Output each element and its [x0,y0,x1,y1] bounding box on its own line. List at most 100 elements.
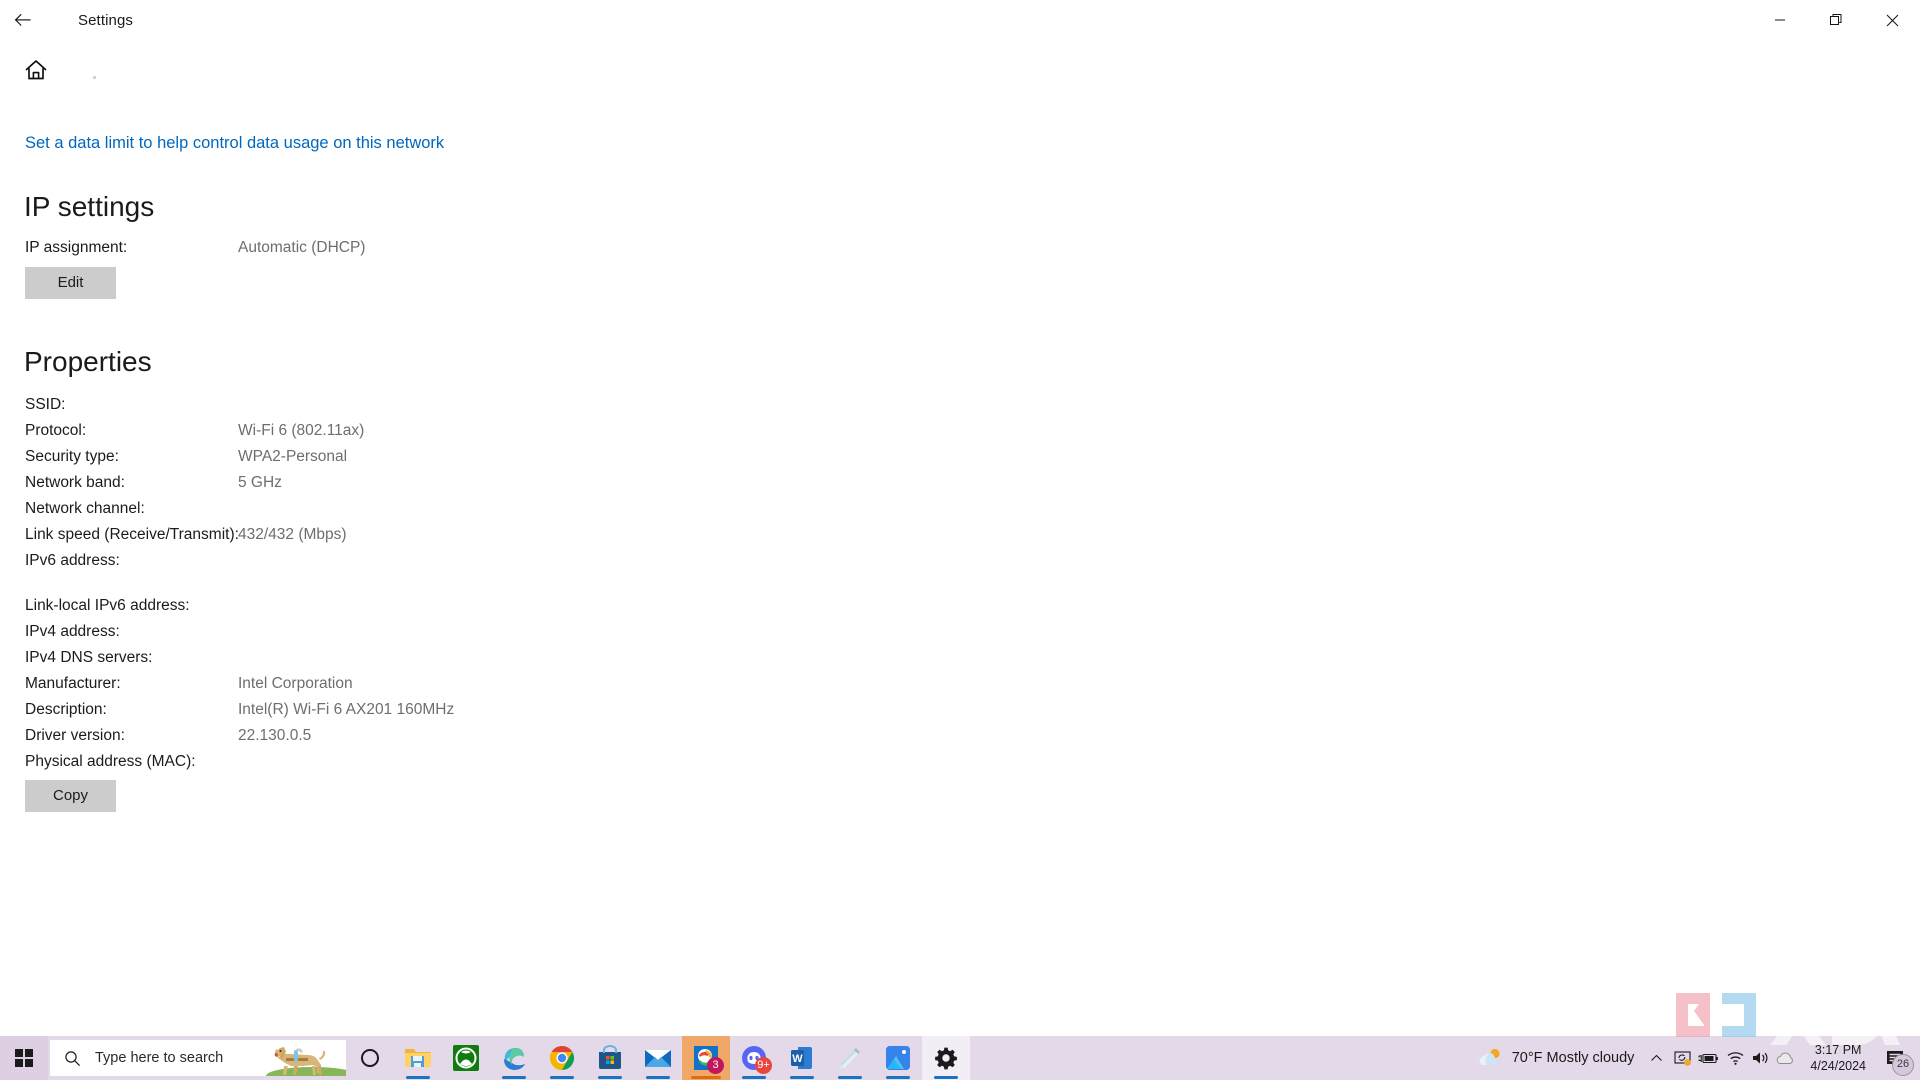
property-row-protocol: Protocol: Wi-Fi 6 (802.11ax) [25,418,925,444]
property-row-network-band: Network band: 5 GHz [25,470,925,496]
cortana-icon [361,1049,379,1067]
svg-text:W: W [792,1053,803,1065]
property-row-link-local-ipv6: Link-local IPv6 address: [25,593,925,619]
taskbar-item-microsoft-edge[interactable] [490,1036,538,1080]
taskbar-item-sticky-notes[interactable] [826,1036,874,1080]
minimize-button[interactable] [1752,0,1808,40]
home-row [24,58,96,82]
file-explorer-icon [405,1049,431,1067]
property-label: Link speed (Receive/Transmit): [25,526,239,543]
property-row-ipv4-dns-servers: IPv4 DNS servers: [25,645,925,671]
microsoft-edge-icon [504,1047,525,1070]
clock-date: 4/24/2024 [1810,1059,1866,1073]
property-row-driver-version: Driver version: 22.130.0.5 [25,723,925,749]
back-arrow-icon [14,13,31,26]
photos-icon [886,1046,910,1070]
taskbar-item-microsoft-word[interactable]: W [778,1036,826,1080]
microsoft-word-icon: W [791,1047,812,1069]
taskbar-item-mail[interactable] [634,1036,682,1080]
property-value: 22.130.0.5 [238,727,312,744]
property-label: Protocol: [25,422,87,439]
start-button[interactable] [0,1036,48,1080]
property-row-network-channel: Network channel: [25,496,925,522]
wifi-icon [1727,1052,1744,1065]
taskbar: Type here to search 3 9+ W 70°F Mostly c… [0,1036,1920,1080]
window-controls [1752,0,1920,40]
tray-icon-cloud[interactable] [1774,1036,1800,1080]
mail-icon [645,1050,671,1067]
property-label: Security type: [25,448,119,465]
copy-button[interactable]: Copy [25,780,116,812]
clock-time: 3:17 PM [1814,1043,1862,1057]
properties-heading: Properties [24,346,152,377]
chevron-up-icon [1651,1054,1662,1061]
property-label: SSID: [25,396,66,413]
ip-assignment-label: IP assignment: [25,239,128,256]
property-label: IPv4 address: [25,623,120,640]
microsoft-store-icon [599,1045,621,1069]
taskbar-item-photos[interactable] [874,1036,922,1080]
taskbar-item-messaging-app[interactable]: 3 [682,1036,730,1080]
search-icon [65,1050,81,1066]
system-tray: 70°F Mostly cloudy 3:17 PM 4/24/2024 26 [1472,1036,1920,1080]
back-button[interactable] [0,0,46,40]
taskbar-item-xbox[interactable] [442,1036,490,1080]
property-label: Network channel: [25,500,145,517]
home-icon[interactable] [24,58,48,82]
property-label: Driver version: [25,727,125,744]
edit-button[interactable]: Edit [25,267,116,299]
guide-dog-illustration [266,1047,346,1076]
property-label: Link-local IPv6 address: [25,597,190,614]
taskbar-app-list: 3 9+ W [346,1036,970,1080]
restore-button[interactable] [1808,0,1864,40]
taskbar-badge: 3 [707,1057,724,1074]
property-value: Wi-Fi 6 (802.11ax) [238,422,365,439]
volume-icon [1753,1052,1768,1064]
taskbar-item-cortana[interactable] [346,1036,394,1080]
notification-center-button[interactable]: 26 [1876,1036,1916,1080]
xbox-icon [453,1045,479,1071]
close-icon [1886,14,1898,26]
settings-content: Set a data limit to help control data us… [0,40,1920,1036]
property-value: 432/432 (Mbps) [238,526,347,543]
battery-charging-icon [1698,1053,1719,1063]
close-button[interactable] [1864,0,1920,40]
restore-icon [1830,14,1842,25]
data-limit-link[interactable]: Set a data limit to help control data us… [25,132,444,154]
tray-icon-volume[interactable] [1748,1036,1774,1080]
property-label: Description: [25,701,107,718]
show-hidden-icons-button[interactable] [1644,1036,1668,1080]
taskbar-item-settings[interactable] [922,1036,970,1080]
property-row-link-speed: Link speed (Receive/Transmit): 432/432 (… [25,522,925,548]
taskbar-item-file-explorer[interactable] [394,1036,442,1080]
onedrive-sync-icon [1674,1050,1691,1066]
property-row-physical-address: Physical address (MAC): [25,749,925,775]
taskbar-clock[interactable]: 3:17 PM 4/24/2024 [1800,1042,1876,1074]
tray-icon-onedrive-sync[interactable] [1670,1036,1696,1080]
property-row-ssid: SSID: [25,392,925,418]
property-value: WPA2-Personal [238,448,348,465]
search-box[interactable]: Type here to search [50,1040,346,1076]
title-bar: Settings [0,0,1920,40]
property-row-ipv6-address: IPv6 address: [25,548,925,574]
property-row-manufacturer: Manufacturer: Intel Corporation [25,671,925,697]
property-label: IPv4 DNS servers: [25,649,153,666]
property-label: Physical address (MAC): [25,753,196,770]
taskbar-badge: 9+ [755,1057,772,1074]
ip-settings-heading: IP settings [24,191,155,222]
window-title: Settings [78,11,133,29]
google-chrome-icon [549,1046,575,1070]
property-label: Manufacturer: [25,675,121,692]
property-value: 5 GHz [238,474,282,491]
ip-assignment-value: Automatic (DHCP) [238,239,366,256]
tray-icon-wifi[interactable] [1722,1036,1748,1080]
ip-assignment-row: IP assignment: Automatic (DHCP) [25,235,925,261]
decorative-dot [93,75,96,79]
property-value: Intel(R) Wi-Fi 6 AX201 160MHz [238,701,455,718]
property-label: Network band: [25,474,125,491]
weather-widget[interactable]: 70°F Mostly cloudy [1472,1036,1645,1080]
taskbar-item-microsoft-store[interactable] [586,1036,634,1080]
taskbar-item-google-chrome[interactable] [538,1036,586,1080]
tray-icon-battery[interactable] [1696,1036,1722,1080]
taskbar-item-discord[interactable]: 9+ [730,1036,778,1080]
